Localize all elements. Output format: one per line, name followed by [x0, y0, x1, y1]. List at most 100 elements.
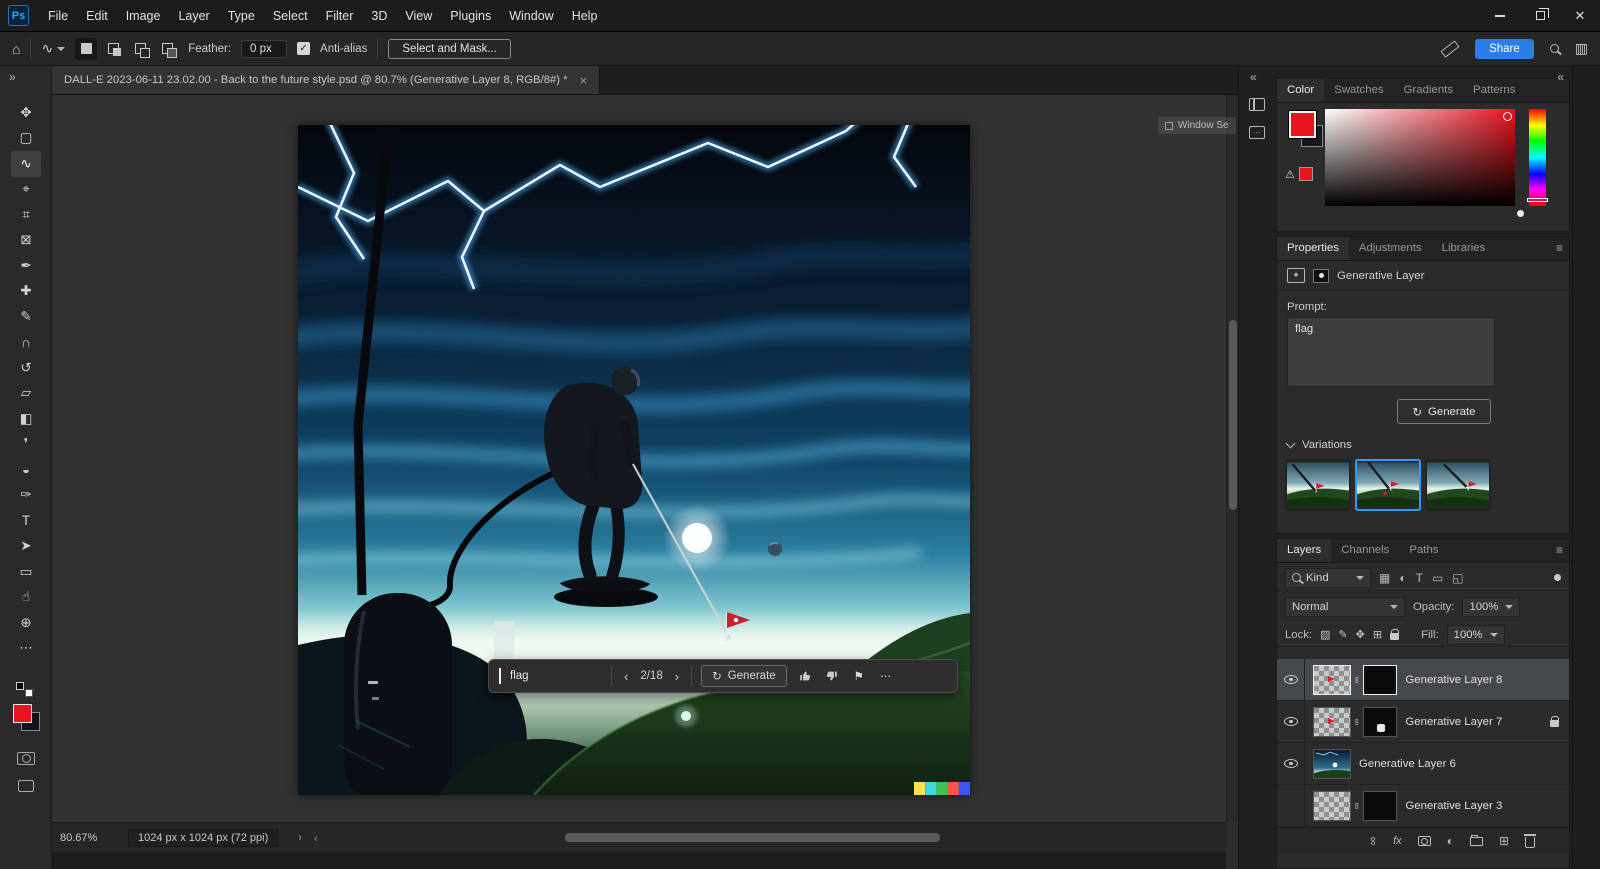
feather-input[interactable]: 0 px: [241, 40, 287, 58]
workspace-switcher-icon[interactable]: ▥: [1575, 40, 1588, 57]
tab-paths[interactable]: Paths: [1399, 539, 1448, 562]
lock-position-icon[interactable]: ✥: [1356, 628, 1365, 641]
variation-thumbnail-2-selected[interactable]: [1355, 459, 1421, 511]
collapse-toolbar-icon[interactable]: »: [9, 70, 16, 84]
comments-panel-icon[interactable]: ⋯: [1249, 126, 1265, 139]
zoom-tool[interactable]: ⊕: [11, 610, 41, 636]
vertical-scrollbar-thumb[interactable]: [1229, 320, 1237, 510]
history-brush-tool[interactable]: ↺: [11, 355, 41, 381]
default-colors-icon[interactable]: [16, 682, 33, 697]
add-to-selection-button[interactable]: [102, 38, 124, 60]
menu-help[interactable]: Help: [563, 0, 607, 32]
layer-row-generative-layer-7[interactable]: ∞ Generative Layer 7: [1277, 701, 1569, 743]
clone-stamp-tool[interactable]: ∩: [11, 330, 41, 356]
hue-slider-dot[interactable]: [1517, 210, 1524, 217]
tab-libraries[interactable]: Libraries: [1432, 237, 1496, 260]
panel-menu-icon[interactable]: ≡: [1556, 241, 1563, 255]
more-options-icon[interactable]: ⋯: [877, 669, 895, 683]
tab-adjustments[interactable]: Adjustments: [1349, 237, 1432, 260]
previous-variation-button[interactable]: ‹: [621, 669, 631, 684]
expand-dock-icon[interactable]: «: [1250, 70, 1257, 84]
layer-mask-thumbnail[interactable]: [1363, 791, 1397, 821]
tab-layers[interactable]: Layers: [1277, 539, 1331, 562]
rectangle-tool[interactable]: ▭: [11, 559, 41, 585]
variation-thumbnail-3[interactable]: [1425, 459, 1491, 511]
lasso-tool[interactable]: ∿: [11, 151, 41, 177]
tab-properties[interactable]: Properties: [1277, 237, 1349, 260]
menu-select[interactable]: Select: [264, 0, 317, 32]
menu-window[interactable]: Window: [500, 0, 562, 32]
select-and-mask-button[interactable]: Select and Mask...: [388, 39, 511, 59]
menu-edit[interactable]: Edit: [77, 0, 117, 32]
zoom-level[interactable]: 80.67%: [60, 832, 116, 844]
layer-row-generative-layer-6[interactable]: Generative Layer 6: [1277, 743, 1569, 785]
menu-plugins[interactable]: Plugins: [441, 0, 500, 32]
close-button[interactable]: ✕: [1560, 0, 1600, 32]
rectangular-marquee-tool[interactable]: ▢: [11, 126, 41, 152]
menu-layer[interactable]: Layer: [169, 0, 218, 32]
tab-swatches[interactable]: Swatches: [1324, 79, 1393, 102]
filter-kind-select[interactable]: Kind: [1285, 568, 1371, 588]
eyedropper-tool[interactable]: ✒: [11, 253, 41, 279]
layer-thumbnail[interactable]: [1313, 665, 1351, 695]
adjustment-layer-icon[interactable]: ◐: [1447, 834, 1454, 848]
gradient-tool[interactable]: ◧: [11, 406, 41, 432]
filter-pixel-layers-icon[interactable]: ▦: [1379, 571, 1390, 585]
subtract-selection-button[interactable]: [129, 38, 151, 60]
screen-mode-icon[interactable]: [18, 780, 34, 792]
more-tools-button[interactable]: ⋯: [11, 636, 41, 662]
new-selection-button[interactable]: [75, 38, 97, 60]
visibility-toggle[interactable]: [1277, 659, 1305, 700]
brush-tool[interactable]: ✎: [11, 304, 41, 330]
new-layer-icon[interactable]: ⊞: [1499, 834, 1509, 848]
panel-menu-icon[interactable]: ≡: [1556, 543, 1563, 557]
visibility-toggle[interactable]: [1277, 701, 1305, 742]
history-panel-icon[interactable]: [1249, 98, 1265, 111]
layer-row-generative-layer-3[interactable]: ∞ Generative Layer 3: [1277, 785, 1569, 827]
foreground-color-swatch[interactable]: [13, 704, 32, 723]
layer-name[interactable]: Generative Layer 6: [1359, 758, 1456, 770]
opacity-select[interactable]: 100%: [1462, 597, 1520, 617]
share-button[interactable]: Share: [1475, 39, 1534, 59]
layer-thumbnail[interactable]: [1313, 791, 1351, 821]
canvas-artwork[interactable]: [298, 125, 970, 795]
maximize-button[interactable]: [1520, 0, 1560, 32]
new-group-icon[interactable]: [1470, 837, 1483, 846]
gamut-warning[interactable]: ⚠: [1285, 167, 1313, 181]
filter-adjustment-layers-icon[interactable]: ◐: [1399, 571, 1406, 585]
layer-mask-thumbnail[interactable]: [1363, 707, 1397, 737]
crop-tool[interactable]: ⌗: [11, 202, 41, 228]
color-picker-marker[interactable]: [1503, 112, 1512, 121]
horizontal-scrollbar[interactable]: [352, 833, 1216, 843]
layer-effects-icon[interactable]: fx: [1393, 835, 1402, 847]
variation-thumbnail-1[interactable]: [1285, 459, 1351, 511]
layer-name[interactable]: Generative Layer 7: [1405, 716, 1502, 728]
link-layers-icon[interactable]: ∞: [1366, 837, 1380, 846]
close-tab-icon[interactable]: ×: [580, 73, 588, 88]
saturation-brightness-field[interactable]: [1325, 109, 1515, 206]
eraser-tool[interactable]: ▱: [11, 381, 41, 407]
foreground-color-swatch[interactable]: [1289, 111, 1316, 138]
next-variation-button[interactable]: ›: [672, 669, 682, 684]
horizontal-scrollbar-thumb[interactable]: [565, 833, 940, 842]
frame-tool[interactable]: ⊠: [11, 228, 41, 254]
minimize-button[interactable]: [1480, 0, 1520, 32]
blend-mode-select[interactable]: Normal: [1285, 597, 1405, 617]
delete-layer-icon[interactable]: [1525, 837, 1535, 848]
ruler-icon[interactable]: [1441, 40, 1460, 57]
prompt-textarea[interactable]: flag: [1287, 317, 1495, 387]
filter-shape-layers-icon[interactable]: ▭: [1432, 571, 1443, 585]
lock-transparency-icon[interactable]: ▨: [1320, 628, 1330, 641]
generate-button[interactable]: ↻ Generate: [1397, 399, 1491, 424]
spot-healing-brush-tool[interactable]: ✚: [11, 279, 41, 305]
visibility-toggle[interactable]: [1277, 743, 1305, 784]
menu-image[interactable]: Image: [117, 0, 170, 32]
tab-color[interactable]: Color: [1277, 79, 1324, 102]
layer-thumbnail[interactable]: [1313, 707, 1351, 737]
generate-button[interactable]: ↻ Generate: [701, 665, 787, 687]
filter-smart-objects-icon[interactable]: ◱: [1452, 571, 1463, 585]
layer-row-generative-layer-8[interactable]: ∞ Generative Layer 8: [1277, 659, 1569, 701]
thumbs-up-icon[interactable]: [796, 669, 814, 683]
prompt-input[interactable]: flag: [510, 670, 602, 682]
quick-mask-icon[interactable]: [17, 752, 35, 765]
